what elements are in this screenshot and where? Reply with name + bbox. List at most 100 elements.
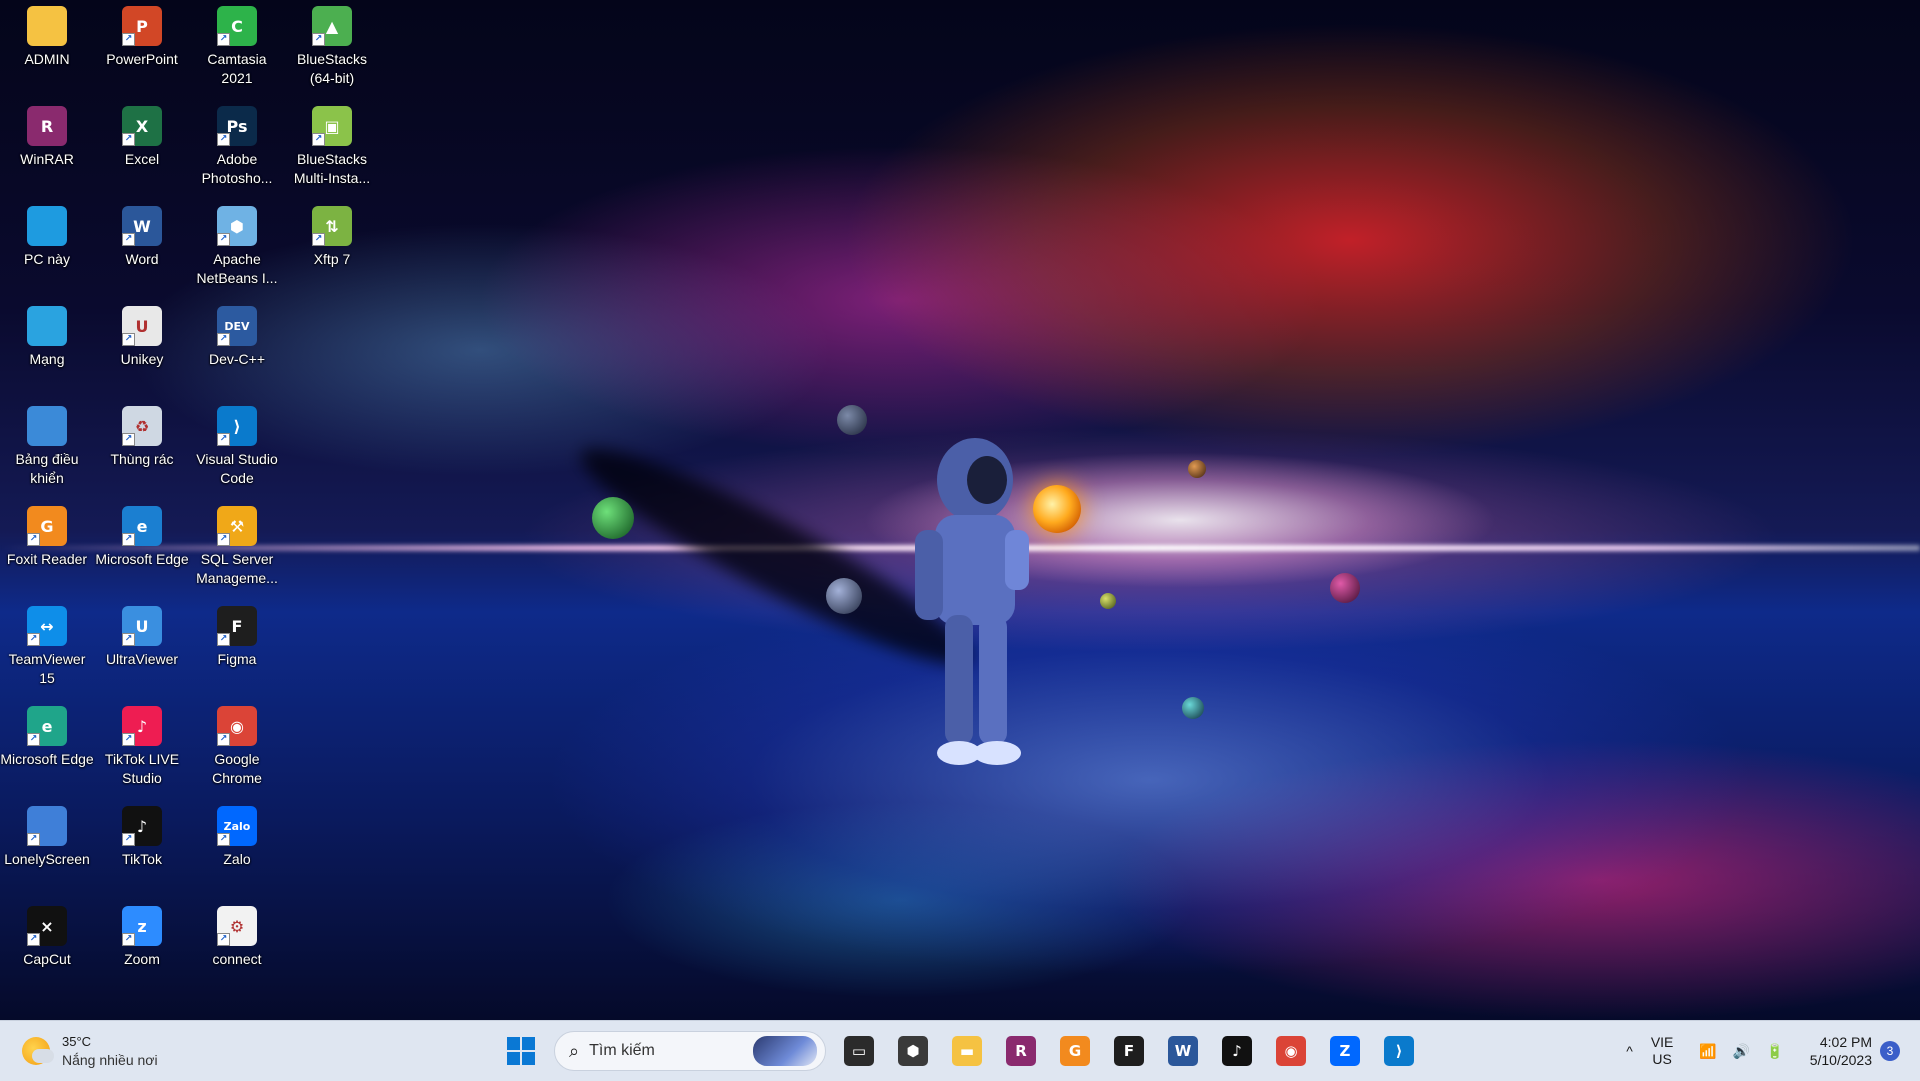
taskbar-center: ⌕ Tìm kiếm ▭ ⬢ ▬ R G F W ♪ ◉ Z ⟩ xyxy=(494,1029,1426,1073)
desktop-icon-label: Microsoft Edge xyxy=(95,551,189,567)
taskbar-app-unity-hub[interactable]: ⬢ xyxy=(891,1029,935,1073)
desktop-icon-word[interactable]: W ↗ Word xyxy=(95,200,189,296)
desktop-icon-edge[interactable]: e ↗ Microsoft Edge xyxy=(0,700,94,796)
desktop-icon-label: Visual Studio Code xyxy=(196,451,278,486)
desktop-icon-pc[interactable]: PC này xyxy=(0,200,94,296)
desktop-icon-tiktok[interactable]: ♪ ↗ TikTok xyxy=(95,800,189,896)
desktop-icon-label: BlueStacks (64-bit) xyxy=(296,51,368,86)
zalo-icon: Z xyxy=(1330,1036,1360,1066)
windows-logo-icon xyxy=(507,1037,535,1065)
desktop-icon-netbeans[interactable]: ⬢ ↗ Apache NetBeans I... xyxy=(190,200,284,296)
desktop-icon-label: Thùng rác xyxy=(110,451,174,467)
shortcut-arrow-icon: ↗ xyxy=(312,233,325,246)
desktop-icon-edge[interactable]: e ↗ Microsoft Edge xyxy=(95,500,189,596)
desktop-icon-ultraviewer[interactable]: U ↗ UltraViewer xyxy=(95,600,189,696)
desktop-icon-capcut[interactable]: ⨯ ↗ CapCut xyxy=(0,900,94,996)
taskbar-app-task-view[interactable]: ▭ xyxy=(837,1029,881,1073)
wifi-icon[interactable]: 📶 xyxy=(1699,1043,1716,1060)
volume-icon[interactable]: 🔊 xyxy=(1733,1043,1750,1060)
taskbar-search-box[interactable]: ⌕ Tìm kiếm xyxy=(554,1031,826,1071)
input-language-indicator[interactable]: VIE US xyxy=(1651,1034,1674,1068)
desktop-icon-bluestacks-multi-instance[interactable]: ▣ ↗ BlueStacks Multi-Insta... xyxy=(285,100,379,196)
desktop-icon-connect-file[interactable]: ⚙ ↗ connect xyxy=(190,900,284,996)
desktop-icon-powerpoint[interactable]: P ↗ PowerPoint xyxy=(95,0,189,96)
ultraviewer-icon: U ↗ xyxy=(122,606,162,646)
desktop-icon-xftp[interactable]: ⇅ ↗ Xftp 7 xyxy=(285,200,379,296)
powerpoint-icon: P ↗ xyxy=(122,6,162,46)
desktop-icon-recycle-bin[interactable]: ♻ ↗ Thùng rác xyxy=(95,400,189,496)
desktop-icon-excel[interactable]: X ↗ Excel xyxy=(95,100,189,196)
shortcut-arrow-icon: ↗ xyxy=(122,833,135,846)
shortcut-arrow-icon: ↗ xyxy=(217,533,230,546)
desktop-icon-lonelyscreen[interactable]: ↗ LonelyScreen xyxy=(0,800,94,896)
desktop-icon-label: Mạng xyxy=(29,351,65,367)
show-hidden-icons-chevron-icon[interactable]: ^ xyxy=(1626,1043,1633,1059)
search-icon: ⌕ xyxy=(569,1040,580,1061)
wallpaper-planet xyxy=(826,578,862,614)
foxit-reader-icon: G ↗ xyxy=(27,506,67,546)
desktop-icon-label: Microsoft Edge xyxy=(0,751,94,767)
battery-icon[interactable]: 🔋 xyxy=(1766,1043,1783,1060)
taskbar-app-winrar[interactable]: R xyxy=(999,1029,1043,1073)
desktop-icon-bluestacks[interactable]: ▲ ↗ BlueStacks (64-bit) xyxy=(285,0,379,96)
keyboard-layout: US xyxy=(1652,1051,1672,1067)
shortcut-arrow-icon: ↗ xyxy=(122,133,135,146)
start-button[interactable] xyxy=(499,1029,543,1073)
figma-icon: F xyxy=(1114,1036,1144,1066)
shortcut-arrow-icon: ↗ xyxy=(217,33,230,46)
taskbar-app-word[interactable]: W xyxy=(1161,1029,1205,1073)
devcpp-icon: DEV ↗ xyxy=(217,306,257,346)
desktop-icon-camtasia[interactable]: C ↗ Camtasia 2021 xyxy=(190,0,284,96)
clock-date: 5/10/2023 xyxy=(1809,1052,1872,1068)
desktop-icon-label: SQL Server Manageme... xyxy=(196,551,278,586)
taskbar-app-zalo[interactable]: Z xyxy=(1323,1029,1367,1073)
desktop-icon-label: Figma xyxy=(217,651,257,667)
shortcut-arrow-icon: ↗ xyxy=(217,333,230,346)
desktop-icon-foxit-reader[interactable]: G ↗ Foxit Reader xyxy=(0,500,94,596)
desktop-icon-control-panel[interactable]: Bảng điều khiển xyxy=(0,400,94,496)
notification-badge[interactable]: 3 xyxy=(1880,1041,1900,1061)
desktop-icon-folder[interactable]: ADMIN xyxy=(0,0,94,96)
desktop-icon-winrar[interactable]: R WinRAR xyxy=(0,100,94,196)
desktop-icon-label: Bảng điều khiển xyxy=(15,451,79,486)
desktop-icon-photoshop[interactable]: Ps ↗ Adobe Photosho... xyxy=(190,100,284,196)
taskbar-app-file-explorer[interactable]: ▬ xyxy=(945,1029,989,1073)
desktop-icon-label: Xftp 7 xyxy=(313,251,351,267)
system-tray: ^ VIE US 📶 🔊 🔋 4:02 PM 5/10/2023 3 xyxy=(1618,1021,1920,1081)
desktop-icon-label: Camtasia 2021 xyxy=(207,51,267,86)
desktop-icon-zoom[interactable]: z ↗ Zoom xyxy=(95,900,189,996)
shortcut-arrow-icon: ↗ xyxy=(122,433,135,446)
taskbar-app-vscode[interactable]: ⟩ xyxy=(1377,1029,1421,1073)
taskbar-app-tiktok[interactable]: ♪ xyxy=(1215,1029,1259,1073)
taskbar-app-figma[interactable]: F xyxy=(1107,1029,1151,1073)
desktop-icon-label: Google Chrome xyxy=(212,751,262,786)
clock[interactable]: 4:02 PM 5/10/2023 xyxy=(1810,1033,1872,1069)
desktop-icon-chrome[interactable]: ◉ ↗ Google Chrome xyxy=(190,700,284,796)
taskbar-app-chrome[interactable]: ◉ xyxy=(1269,1029,1313,1073)
desktop-icon-unikey[interactable]: U ↗ Unikey xyxy=(95,300,189,396)
desktop-icon-label: connect xyxy=(212,951,262,967)
desktop-icon-devcpp[interactable]: DEV ↗ Dev-C++ xyxy=(190,300,284,396)
shortcut-arrow-icon: ↗ xyxy=(217,433,230,446)
edge-icon: e ↗ xyxy=(27,706,67,746)
desktop-icon-tiktok-live-studio[interactable]: ♪ ↗ TikTok LIVE Studio xyxy=(95,700,189,796)
connect-file-icon: ⚙ ↗ xyxy=(217,906,257,946)
desktop-icon-network[interactable]: Mạng xyxy=(0,300,94,396)
weather-widget[interactable]: 35°C Nắng nhiều nơi xyxy=(22,1031,158,1071)
desktop-icon-figma[interactable]: F ↗ Figma xyxy=(190,600,284,696)
shortcut-arrow-icon: ↗ xyxy=(217,633,230,646)
desktop-icon-label: LonelyScreen xyxy=(4,851,90,867)
shortcut-arrow-icon: ↗ xyxy=(217,733,230,746)
desktop-icon-vscode[interactable]: ⟩ ↗ Visual Studio Code xyxy=(190,400,284,496)
pc-icon xyxy=(27,206,67,246)
taskbar-app-foxit-reader[interactable]: G xyxy=(1053,1029,1097,1073)
desktop-icon-label: Excel xyxy=(124,151,160,167)
wallpaper-glowing-sun xyxy=(1033,485,1081,533)
desktop-icon-sql-server[interactable]: ⚒ ↗ SQL Server Manageme... xyxy=(190,500,284,596)
desktop-icon-label: TikTok LIVE Studio xyxy=(104,751,180,786)
shortcut-arrow-icon: ↗ xyxy=(122,633,135,646)
desktop-icon-zalo[interactable]: Zalo ↗ Zalo xyxy=(190,800,284,896)
desktop-icon-label: Zoom xyxy=(124,951,160,967)
desktop-icon-teamviewer[interactable]: ↔ ↗ TeamViewer 15 xyxy=(0,600,94,696)
chrome-icon: ◉ ↗ xyxy=(217,706,257,746)
